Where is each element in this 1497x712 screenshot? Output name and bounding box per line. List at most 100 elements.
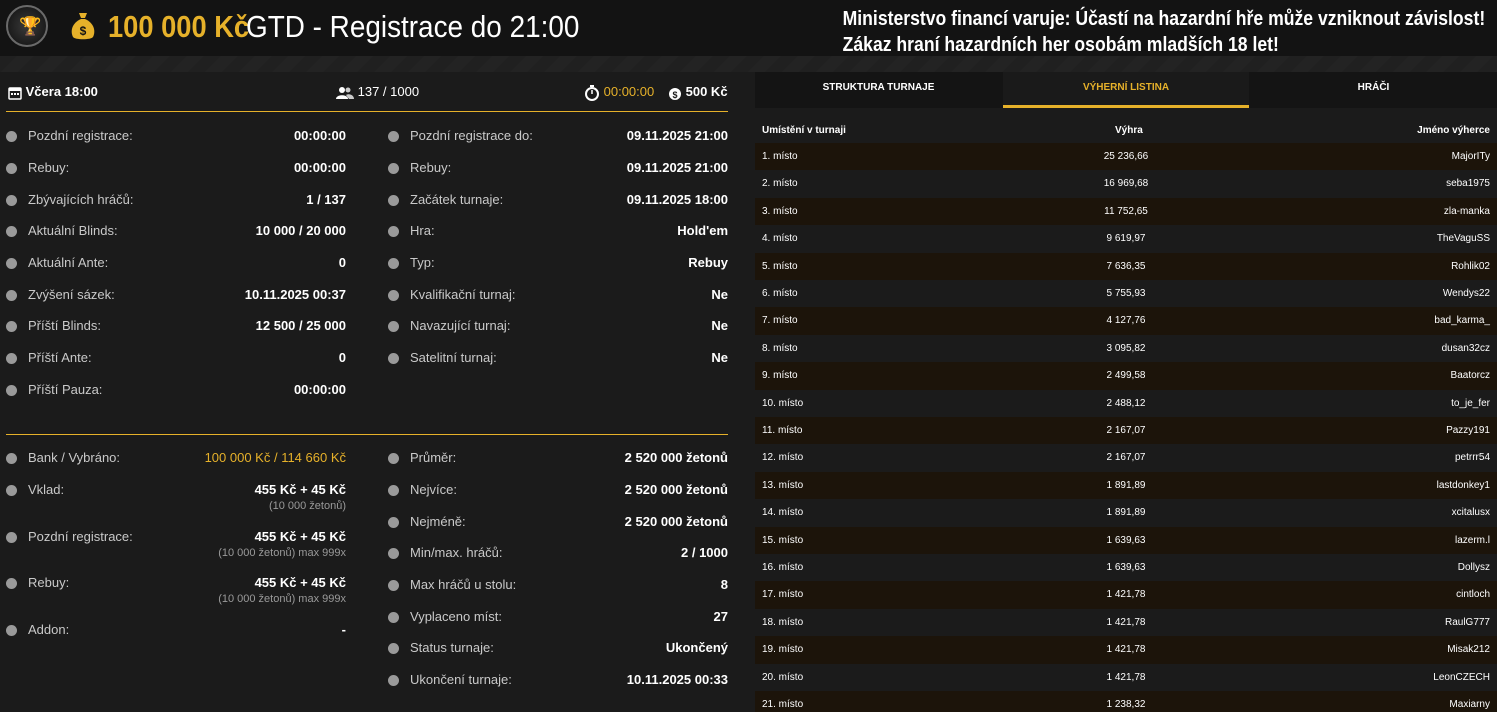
coin-icon — [6, 625, 17, 636]
prize-cell: 16 969,68 — [1103, 178, 1149, 190]
info-row: Příští Blinds: 12 500 / 25 000 — [6, 316, 346, 336]
casino-logo[interactable]: 🏆 — [6, 5, 48, 47]
minus-icon — [388, 517, 399, 528]
winner-cell: TheVaguSS — [1436, 233, 1490, 245]
winner-cell: to_je_fer — [1451, 397, 1490, 409]
trophy-icon: 🏆 — [19, 16, 42, 36]
plus-icon — [388, 485, 399, 496]
medal-icon — [388, 290, 399, 301]
table-row[interactable]: 19. místo 1 421,78 Misak212 — [755, 636, 1497, 664]
coin-icon — [6, 532, 17, 543]
tournament-title: GTD - Registrace do 21:00 — [246, 9, 580, 44]
flag-icon — [388, 195, 399, 206]
info-row: Max hráčů u stolu: 8 — [388, 575, 728, 595]
table-row[interactable]: 12. místo 2 167,07 petrrr54 — [755, 444, 1497, 472]
winner-cell: Misak212 — [1447, 644, 1490, 656]
winner-cell: MajorITy — [1451, 151, 1490, 162]
table-row[interactable]: 16. místo 1 639,63 Dollysz — [755, 554, 1497, 582]
prize-cell: 1 639,63 — [1106, 562, 1146, 573]
table-row[interactable]: 4. místo 9 619,97 TheVaguSS — [755, 225, 1497, 253]
info-row: Aktuální Ante: 0 — [6, 253, 346, 273]
summary-bar: Včera 18:00 137 / 1000 00:00:00 $ 500 Kč — [6, 72, 728, 112]
players-value: 137 / 1000 — [357, 84, 420, 99]
svg-text:$: $ — [672, 90, 677, 100]
buyin-fee: $ 500 Kč — [668, 84, 728, 100]
info-row: Zbývajících hráčů: 1 / 137 — [6, 190, 346, 210]
winner-cell: dusan32cz — [1441, 342, 1490, 354]
prize-cell: 1 891,89 — [1106, 479, 1146, 491]
info-row: Ukončení turnaje: 10.11.2025 00:33 — [388, 670, 728, 690]
table-row[interactable]: 21. místo 1 238,32 Maxiarny — [755, 691, 1497, 712]
info-row: Hra: Hold'em — [388, 221, 728, 241]
winner-cell: Dollysz — [1457, 562, 1490, 573]
medal-icon — [388, 321, 399, 332]
suits-icon — [388, 258, 399, 269]
info-icon — [388, 643, 399, 654]
prize-cell: 11 752,65 — [1104, 205, 1148, 217]
prize-cell: 2 499,58 — [1106, 370, 1146, 382]
prize-cell: 1 421,78 — [1106, 671, 1146, 683]
prize-cell: 4 127,76 — [1106, 315, 1146, 327]
chips-icon — [6, 321, 17, 332]
table-row[interactable]: 18. místo 1 421,78 RaulG777 — [755, 608, 1497, 637]
warning-line-2: Zákaz hraní hazardních her osobám mladší… — [842, 34, 1279, 56]
table-row[interactable]: 8. místo 3 095,82 dusan32cz — [755, 334, 1497, 363]
info-row: Vklad: 455 Kč + 45 Kč (10 000 žetonů) — [6, 480, 346, 512]
chips-icon — [6, 163, 17, 174]
table-row[interactable]: 3. místo 11 752,65 zla-manka — [755, 197, 1497, 226]
info-row: Bank / Vybráno: 100 000 Kč / 114 660 Kč — [6, 448, 346, 468]
table-icon — [388, 580, 399, 591]
winner-cell: Baatorcz — [1450, 370, 1490, 382]
tab-payout-list[interactable]: VÝHERNÍ LISTINA — [1003, 72, 1249, 108]
fee-value: 500 Kč — [685, 84, 728, 99]
table-row[interactable]: 7. místo 4 127,76 bad_karma_ — [755, 307, 1497, 335]
winner-cell: seba1975 — [1446, 178, 1490, 190]
prize-cell: 2 167,07 — [1106, 425, 1146, 436]
info-row: Navazující turnaj: Ne — [388, 316, 728, 336]
prize-cell: 1 891,89 — [1106, 507, 1146, 519]
stopwatch-icon — [585, 84, 599, 101]
table-row[interactable]: 13. místo 1 891,89 lastdonkey1 — [755, 471, 1497, 500]
prize-cell: 1 421,78 — [1106, 644, 1146, 656]
prize-cell: 1 639,63 — [1106, 534, 1146, 546]
table-row[interactable]: 9. místo 2 499,58 Baatorcz — [755, 362, 1497, 390]
section-divider — [6, 434, 728, 435]
winner-cell: RaulG777 — [1444, 616, 1490, 628]
info-row: Nejvíce: 2 520 000 žetonů — [388, 480, 728, 500]
info-row: Aktuální Blinds: 10 000 / 20 000 — [6, 221, 346, 241]
tab-structure[interactable]: STRUKTURA TURNAJE — [755, 72, 1002, 108]
winner-cell: zla-manka — [1443, 205, 1490, 217]
table-row[interactable]: 17. místo 1 421,78 cintloch — [755, 581, 1497, 609]
info-row: Satelitní turnaj: Ne — [388, 348, 728, 368]
chips-icon — [6, 226, 17, 237]
info-row: Addon: - — [6, 620, 346, 640]
table-row[interactable]: 1. místo 25 236,66 MajorITy — [755, 143, 1497, 171]
winner-cell: LeonCZECH — [1433, 671, 1490, 683]
table-row[interactable]: 5. místo 7 636,35 Rohlik02 — [755, 252, 1497, 280]
table-row[interactable]: 20. místo 1 421,78 LeonCZECH — [755, 663, 1497, 691]
prize-cell: 2 488,12 — [1106, 397, 1146, 409]
tab-players[interactable]: HRÁČI — [1250, 72, 1497, 108]
money-bag-icon: $ — [71, 13, 95, 40]
col-prize: Výhra — [1115, 125, 1143, 136]
table-row[interactable]: 2. místo 16 969,68 seba1975 — [755, 170, 1497, 198]
registered-players: 137 / 1000 — [336, 84, 419, 100]
svg-text:$: $ — [80, 24, 87, 38]
payout-panel: STRUKTURA TURNAJE VÝHERNÍ LISTINA HRÁČI … — [755, 72, 1497, 712]
clock-icon — [6, 385, 17, 396]
info-row: Příští Pauza: 00:00:00 — [6, 380, 346, 400]
table-row[interactable]: 11. místo 2 167,07 Pazzy191 — [755, 417, 1497, 445]
table-row[interactable]: 14. místo 1 891,89 xcitalusx — [755, 499, 1497, 527]
prize-cell: 25 236,66 — [1103, 151, 1149, 162]
players-icon — [388, 548, 399, 559]
col-position: Umístění v turnaji — [762, 125, 846, 136]
info-row: Rebuy: 455 Kč + 45 Kč (10 000 žetonů) max … — [6, 573, 346, 605]
info-row: Příští Ante: 0 — [6, 348, 346, 368]
winner-cell: lastdonkey1 — [1436, 479, 1490, 491]
table-row[interactable]: 6. místo 5 755,93 Wendys22 — [755, 280, 1497, 308]
prize-cell: 1 421,78 — [1106, 616, 1146, 628]
table-row[interactable]: 15. místo 1 639,63 lazerm.l — [755, 526, 1497, 554]
table-row[interactable]: 10. místo 2 488,12 to_je_fer — [755, 389, 1497, 417]
money-bag-icon — [6, 453, 17, 464]
user-icon — [388, 131, 399, 142]
